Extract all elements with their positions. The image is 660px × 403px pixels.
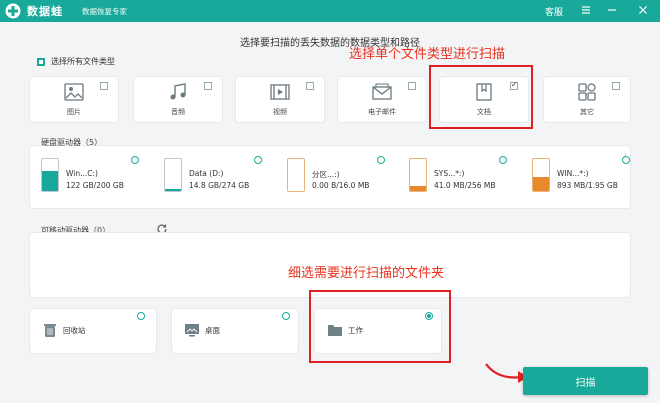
type-checkbox[interactable] <box>612 82 620 90</box>
drive-radio[interactable] <box>254 156 262 164</box>
type-label: 图片 <box>67 108 81 116</box>
drive-size: 14.8 GB/274 GB <box>189 181 250 190</box>
scroll-right-icon[interactable]: › <box>624 150 627 159</box>
location-desktop[interactable]: 桌面 <box>172 309 298 353</box>
close-icon[interactable] <box>636 3 650 17</box>
desktop-icon <box>184 322 200 338</box>
type-label: 视频 <box>273 108 287 116</box>
drive-name: SYS...*:) <box>434 169 465 178</box>
annotation-box-document <box>429 65 533 129</box>
type-card-video[interactable]: 视频 <box>236 77 324 122</box>
drive-radio[interactable] <box>377 156 385 164</box>
annotation-box-folder <box>309 290 451 363</box>
drive-icon <box>164 158 182 192</box>
type-checkbox[interactable] <box>100 82 108 90</box>
select-all-checkbox[interactable] <box>37 57 45 66</box>
drive-size: 0.00 B/16.0 MB <box>312 181 370 190</box>
mail-icon <box>371 82 393 102</box>
type-label: 音频 <box>171 108 185 116</box>
location-radio[interactable] <box>282 312 290 320</box>
video-icon <box>269 82 291 102</box>
drive-item[interactable]: SYS...*:) 41.0 MB/256 MB <box>409 155 507 197</box>
drive-name: 分区...:) <box>312 170 340 179</box>
other-icon <box>576 82 598 102</box>
menu-icon[interactable] <box>579 3 593 17</box>
app-logo-icon <box>5 3 21 19</box>
title-bar: 数据蛙 数据恢复专家 客服 <box>0 0 660 22</box>
drive-size: 122 GB/200 GB <box>66 181 124 190</box>
type-label: 其它 <box>580 108 594 116</box>
drive-size: 41.0 MB/256 MB <box>434 181 496 190</box>
support-link[interactable]: 客服 <box>545 5 563 18</box>
type-checkbox[interactable] <box>204 82 212 90</box>
drive-icon <box>287 158 305 192</box>
type-card-other[interactable]: 其它 <box>544 77 630 122</box>
select-all-label: 选择所有文件类型 <box>51 57 115 66</box>
type-card-audio[interactable]: 音频 <box>134 77 222 122</box>
drive-radio[interactable] <box>131 156 139 164</box>
drive-item[interactable]: Data (D:) 14.8 GB/274 GB <box>164 155 262 197</box>
drive-name: Win...C:) <box>66 169 98 178</box>
type-card-image[interactable]: 图片 <box>30 77 118 122</box>
minimize-icon[interactable] <box>605 3 619 17</box>
annotation-select-type: 选择单个文件类型进行扫描 <box>349 47 506 62</box>
drive-radio[interactable] <box>499 156 507 164</box>
hard-drives-label: 硬盘驱动器（5） <box>41 138 103 147</box>
recycle-bin-icon <box>42 322 58 338</box>
drive-item[interactable]: WIN...*:) 893 MB/1.95 GB <box>532 155 630 197</box>
type-card-email[interactable]: 电子邮件 <box>338 77 426 122</box>
scan-button[interactable]: 扫描 <box>523 367 648 395</box>
drive-item[interactable]: Win...C:) 122 GB/200 GB <box>41 155 139 197</box>
drive-icon <box>41 158 59 192</box>
drive-name: Data (D:) <box>189 169 224 178</box>
type-checkbox[interactable] <box>408 82 416 90</box>
image-icon <box>63 82 85 102</box>
drive-icon <box>409 158 427 192</box>
drive-item[interactable]: 分区...:) 0.00 B/16.0 MB <box>287 155 385 197</box>
type-checkbox[interactable] <box>306 82 314 90</box>
location-recycle-bin[interactable]: 回收站 <box>30 309 156 353</box>
app-name: 数据蛙 <box>27 5 63 18</box>
location-label: 桌面 <box>205 326 220 335</box>
annotation-select-folder: 细选需要进行扫描的文件夹 <box>288 266 445 281</box>
select-all-types[interactable]: 选择所有文件类型 <box>37 56 115 67</box>
drive-size: 893 MB/1.95 GB <box>557 181 618 190</box>
page-instruction: 选择要扫描的丢失数据的数据类型和路径 <box>240 38 420 49</box>
location-radio[interactable] <box>137 312 145 320</box>
drive-name: WIN...*:) <box>557 169 589 178</box>
music-icon <box>167 82 189 102</box>
app-slogan: 数据恢复专家 <box>82 7 127 16</box>
drive-icon <box>532 158 550 192</box>
location-label: 回收站 <box>63 326 86 335</box>
type-label: 电子邮件 <box>368 108 396 116</box>
